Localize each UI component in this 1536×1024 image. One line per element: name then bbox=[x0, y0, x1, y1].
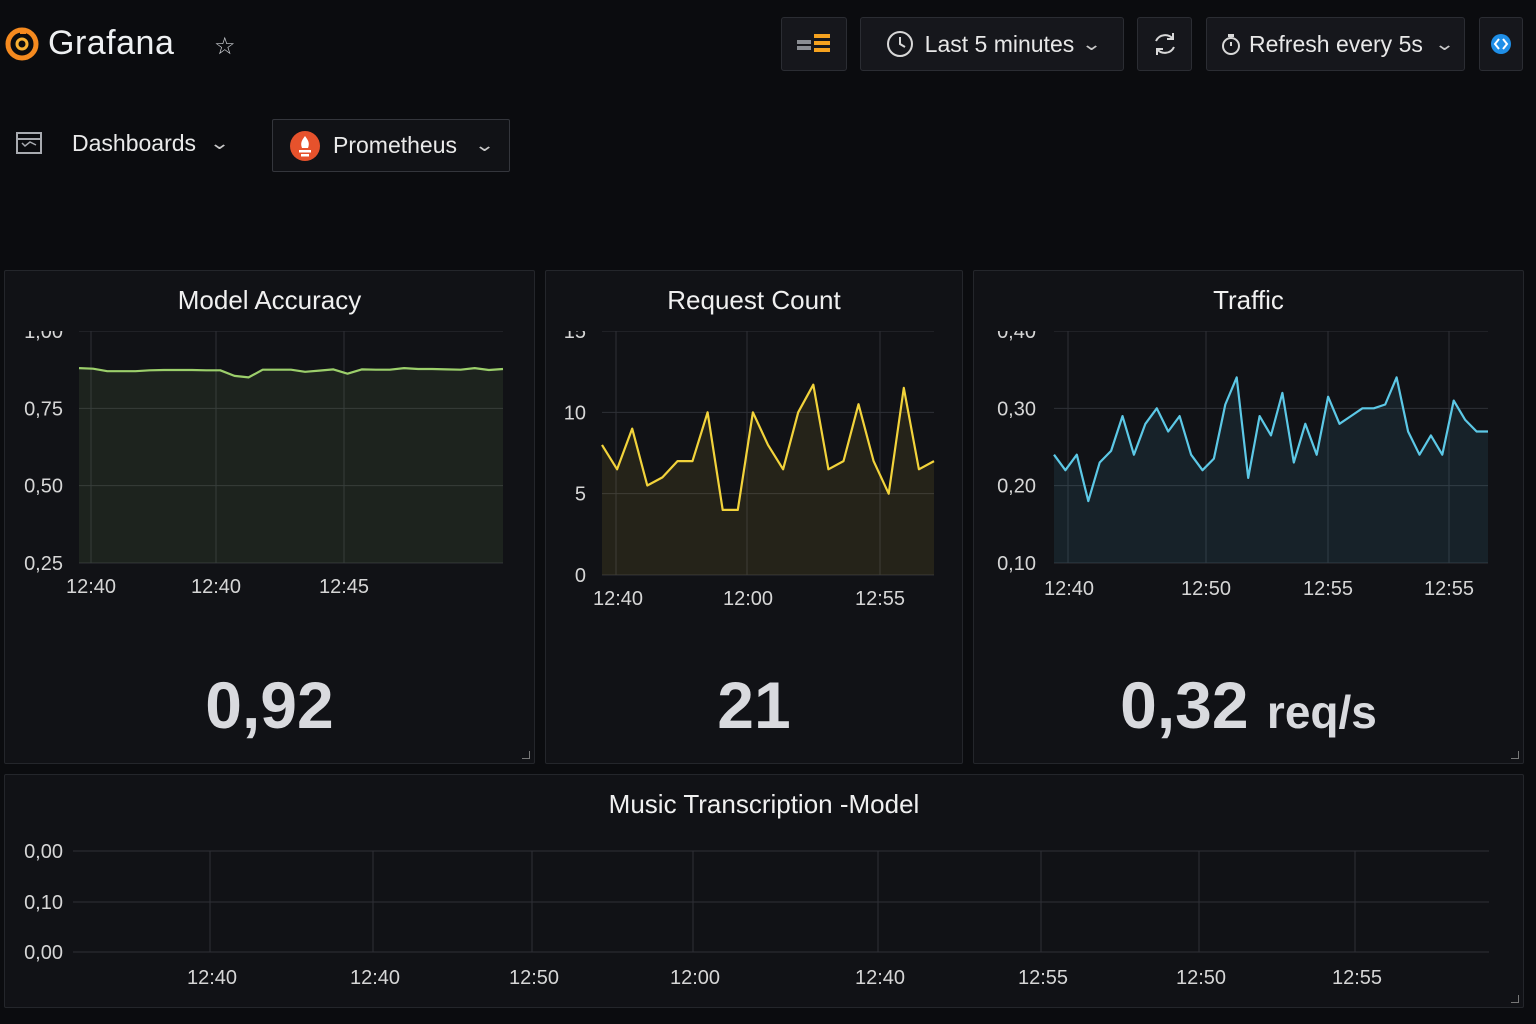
x-tick-label: 12:00 bbox=[723, 588, 773, 610]
view-mode-icon bbox=[1491, 34, 1511, 54]
chevron-down-icon: ⌄ bbox=[1433, 33, 1455, 54]
chevron-down-icon: ⌄ bbox=[473, 135, 496, 155]
x-tick-label: 12:50 bbox=[1176, 967, 1226, 989]
x-tick-label: 12:50 bbox=[1181, 578, 1231, 600]
traffic-value: 0,32 bbox=[1120, 668, 1249, 742]
traffic-value-row: 0,32 req/s bbox=[974, 667, 1523, 743]
dashboards-label: Dashboards bbox=[72, 129, 197, 156]
y-tick-label: 15 bbox=[564, 331, 586, 343]
series-area bbox=[79, 368, 503, 563]
datasource-label: Prometheus bbox=[333, 132, 458, 158]
grafana-logo-icon bbox=[5, 27, 39, 60]
series-area bbox=[1054, 377, 1488, 563]
panel-traffic[interactable]: Traffic 0,40 0,30 0,20 0,10 12:40 12:50 12:55 1… bbox=[973, 270, 1524, 764]
time-range-picker[interactable]: Last 5 minutes ⌄ bbox=[860, 17, 1124, 71]
series-area bbox=[602, 384, 934, 575]
y-tick-label: 0,75 bbox=[24, 398, 63, 420]
refresh-icon bbox=[1154, 33, 1175, 55]
add-panel-button[interactable] bbox=[781, 17, 847, 71]
y-tick-label: 0,50 bbox=[24, 476, 63, 498]
clock-icon bbox=[886, 31, 913, 57]
accuracy-value: 0,92 bbox=[205, 668, 334, 742]
star-icon[interactable]: ☆ bbox=[214, 32, 236, 61]
grafana-logo[interactable]: Grafana bbox=[4, 24, 174, 63]
panel-model-accuracy[interactable]: Model Accuracy 1,00 0,75 0,50 0,25 12:40 12:4… bbox=[4, 270, 535, 764]
app-name: Grafana bbox=[48, 24, 175, 62]
resize-handle[interactable] bbox=[1511, 995, 1519, 1003]
music-chart: 0,00 0,10 0,00 12:40 12:40 12:50 12:00 12:40 12:… bbox=[24, 841, 1489, 989]
y-tick-label: 0 bbox=[575, 565, 586, 587]
x-tick-label: 12:55 bbox=[1424, 578, 1474, 600]
y-tick-label: 0,25 bbox=[24, 553, 63, 575]
y-tick-label: 0,00 bbox=[24, 841, 63, 863]
x-tick-label: 12:00 bbox=[670, 967, 720, 989]
x-tick-label: 12:40 bbox=[593, 588, 643, 610]
resize-handle[interactable] bbox=[1511, 751, 1519, 759]
y-tick-label: 1,00 bbox=[24, 331, 63, 343]
resize-handle[interactable] bbox=[522, 751, 530, 759]
x-tick-label: 12:40 bbox=[191, 576, 241, 598]
requests-chart: 15 10 5 0 12:40 12:00 12:55 bbox=[564, 331, 935, 610]
panel-request-count[interactable]: Request Count 15 10 5 0 12:40 12:00 12:55 21 bbox=[545, 270, 963, 764]
datasource-picker[interactable]: Prometheus ⌄ bbox=[272, 119, 510, 172]
refresh-interval-label: Refresh every 5s bbox=[1249, 30, 1423, 57]
x-tick-label: 12:55 bbox=[855, 588, 905, 610]
x-tick-label: 12:45 bbox=[319, 576, 369, 598]
add-panel-icon bbox=[797, 34, 830, 52]
refresh-interval-picker[interactable]: Refresh every 5s ⌄ bbox=[1206, 17, 1465, 71]
y-tick-label: 10 bbox=[564, 402, 586, 424]
dashboards-icon bbox=[16, 132, 42, 154]
panel-music-transcription[interactable]: Music Transcription -Model 0,00 0,10 0,00 1… bbox=[4, 774, 1524, 1008]
timer-icon bbox=[1222, 34, 1241, 55]
chevron-down-icon: ⌄ bbox=[1081, 33, 1103, 54]
traffic-unit: req/s bbox=[1266, 686, 1377, 738]
x-tick-label: 12:40 bbox=[1044, 578, 1094, 600]
chevron-down-icon: ⌄ bbox=[209, 132, 231, 153]
prometheus-icon bbox=[290, 130, 320, 161]
y-tick-label: 0,10 bbox=[24, 892, 63, 914]
y-tick-label: 0,40 bbox=[997, 331, 1036, 343]
y-tick-label: 0,10 bbox=[997, 553, 1036, 575]
tv-mode-button[interactable] bbox=[1479, 17, 1523, 71]
y-tick-label: 5 bbox=[575, 484, 586, 506]
traffic-chart: 0,40 0,30 0,20 0,10 12:40 12:50 12:55 12:55 bbox=[997, 331, 1488, 600]
time-range-label: Last 5 minutes bbox=[924, 30, 1075, 57]
x-tick-label: 12:40 bbox=[187, 967, 237, 989]
panel-title: Model Accuracy bbox=[177, 285, 362, 315]
dashboards-menu[interactable]: Dashboards ⌄ bbox=[14, 128, 231, 158]
y-tick-label: 0,20 bbox=[997, 476, 1036, 498]
x-tick-label: 12:40 bbox=[66, 576, 116, 598]
panel-title: Request Count bbox=[667, 285, 841, 315]
refresh-button[interactable] bbox=[1137, 17, 1192, 71]
x-tick-label: 12:55 bbox=[1332, 967, 1382, 989]
panel-title: Traffic bbox=[1213, 285, 1284, 315]
x-tick-label: 12:40 bbox=[350, 967, 400, 989]
x-tick-label: 12:55 bbox=[1303, 578, 1353, 600]
x-tick-label: 12:55 bbox=[1018, 967, 1068, 989]
requests-value: 21 bbox=[717, 668, 791, 742]
x-tick-label: 12:40 bbox=[855, 967, 905, 989]
accuracy-chart: 1,000,750,500,2512:40 12:40 12:45 bbox=[24, 331, 504, 598]
y-tick-label: 0,30 bbox=[997, 398, 1036, 420]
panel-title: Music Transcription -Model bbox=[608, 789, 920, 819]
x-tick-label: 12:50 bbox=[509, 967, 559, 989]
y-tick-label: 0,00 bbox=[24, 942, 63, 964]
